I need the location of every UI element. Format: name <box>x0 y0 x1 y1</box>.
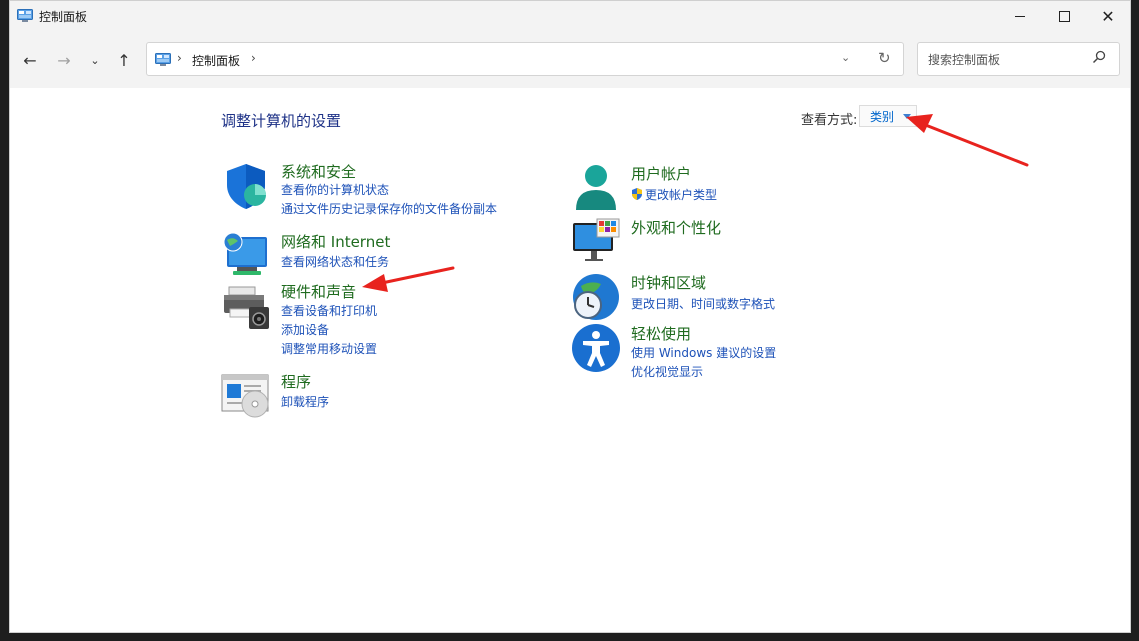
view-by-value: 类别 <box>870 109 895 124</box>
control-panel-icon <box>17 9 33 22</box>
link-label: 更改帐户类型 <box>645 188 718 202</box>
search-icon[interactable] <box>1092 50 1106 64</box>
address-bar[interactable]: › 控制面板 › ⌄ ↻ <box>146 42 904 76</box>
up-arrow-icon: ↑ <box>117 50 131 70</box>
back-button[interactable]: ← <box>17 48 43 72</box>
forward-button[interactable]: → <box>51 48 77 72</box>
link-add-device[interactable]: 添加设备 <box>281 321 329 338</box>
back-arrow-icon: ← <box>23 50 37 70</box>
view-by-label: 查看方式: <box>801 113 858 128</box>
link-check-computer-status[interactable]: 查看你的计算机状态 <box>281 181 389 198</box>
link-uninstall-program[interactable]: 卸载程序 <box>281 393 329 410</box>
title-bar[interactable]: 控制面板 ✕ <box>10 1 1130 32</box>
link-mobility-settings[interactable]: 调整常用移动设置 <box>281 340 377 357</box>
user-icon <box>576 165 616 210</box>
close-icon: ✕ <box>1101 6 1115 26</box>
view-by-dropdown[interactable]: 类别 <box>859 105 917 127</box>
link-change-account-type[interactable]: 更改帐户类型 <box>631 186 717 203</box>
forward-arrow-icon: → <box>57 50 71 70</box>
recent-locations-button[interactable]: ⌄ <box>82 48 108 72</box>
chevron-down-icon: ⌄ <box>90 53 100 67</box>
breadcrumb-separator[interactable]: › <box>251 51 256 65</box>
breadcrumb-control-panel[interactable]: 控制面板 <box>192 52 240 69</box>
breadcrumb-separator[interactable]: › <box>177 51 182 65</box>
category-title[interactable]: 轻松使用 <box>631 323 691 344</box>
category-title[interactable]: 用户帐户 <box>631 163 691 184</box>
page-heading: 调整计算机的设置 <box>221 112 342 130</box>
link-date-time-format[interactable]: 更改日期、时间或数字格式 <box>631 295 775 312</box>
window-title: 控制面板 <box>39 10 88 24</box>
category-title[interactable]: 网络和 Internet <box>281 231 390 252</box>
minimize-icon <box>1015 16 1025 17</box>
minimize-button[interactable] <box>997 1 1043 32</box>
category-title[interactable]: 系统和安全 <box>281 161 356 182</box>
link-recommended-settings[interactable]: 使用 Windows 建议的设置 <box>631 344 776 361</box>
clock-globe-icon <box>573 274 619 320</box>
control-panel-icon <box>155 53 171 66</box>
category-title[interactable]: 硬件和声音 <box>281 281 356 302</box>
link-devices-printers[interactable]: 查看设备和打印机 <box>281 302 377 319</box>
dropdown-caret-icon <box>903 113 912 119</box>
programs-disc-icon <box>221 374 269 418</box>
shield-chart-icon <box>227 164 266 209</box>
link-file-history-backup[interactable]: 通过文件历史记录保存你的文件备份副本 <box>281 200 497 217</box>
accessibility-icon <box>572 324 620 372</box>
navigation-bar: ← → ⌄ ↑ › 控制面板 › ⌄ ↻ <box>10 32 1130 88</box>
network-globe-icon <box>223 232 267 275</box>
link-network-status[interactable]: 查看网络状态和任务 <box>281 253 389 270</box>
maximize-button[interactable] <box>1041 1 1087 32</box>
link-optimize-visual-display[interactable]: 优化视觉显示 <box>631 363 703 380</box>
search-box[interactable] <box>917 42 1120 76</box>
maximize-icon <box>1058 11 1070 22</box>
control-panel-window: 控制面板 ✕ ← → ⌄ ↑ › 控制面板 › ⌄ ↻ 搜索控制面板 调整计算机… <box>9 0 1131 633</box>
category-title[interactable]: 外观和个性化 <box>631 217 721 238</box>
monitor-personalize-icon <box>573 218 620 261</box>
uac-shield-icon <box>632 188 642 200</box>
close-button[interactable]: ✕ <box>1085 1 1130 32</box>
printer-speaker-icon <box>224 286 269 329</box>
address-dropdown-icon[interactable]: ⌄ <box>841 51 850 64</box>
up-button[interactable]: ↑ <box>111 48 137 72</box>
refresh-icon[interactable]: ↻ <box>878 49 891 67</box>
search-input[interactable] <box>926 50 1090 70</box>
category-title[interactable]: 程序 <box>281 371 311 392</box>
category-title[interactable]: 时钟和区域 <box>631 272 706 293</box>
